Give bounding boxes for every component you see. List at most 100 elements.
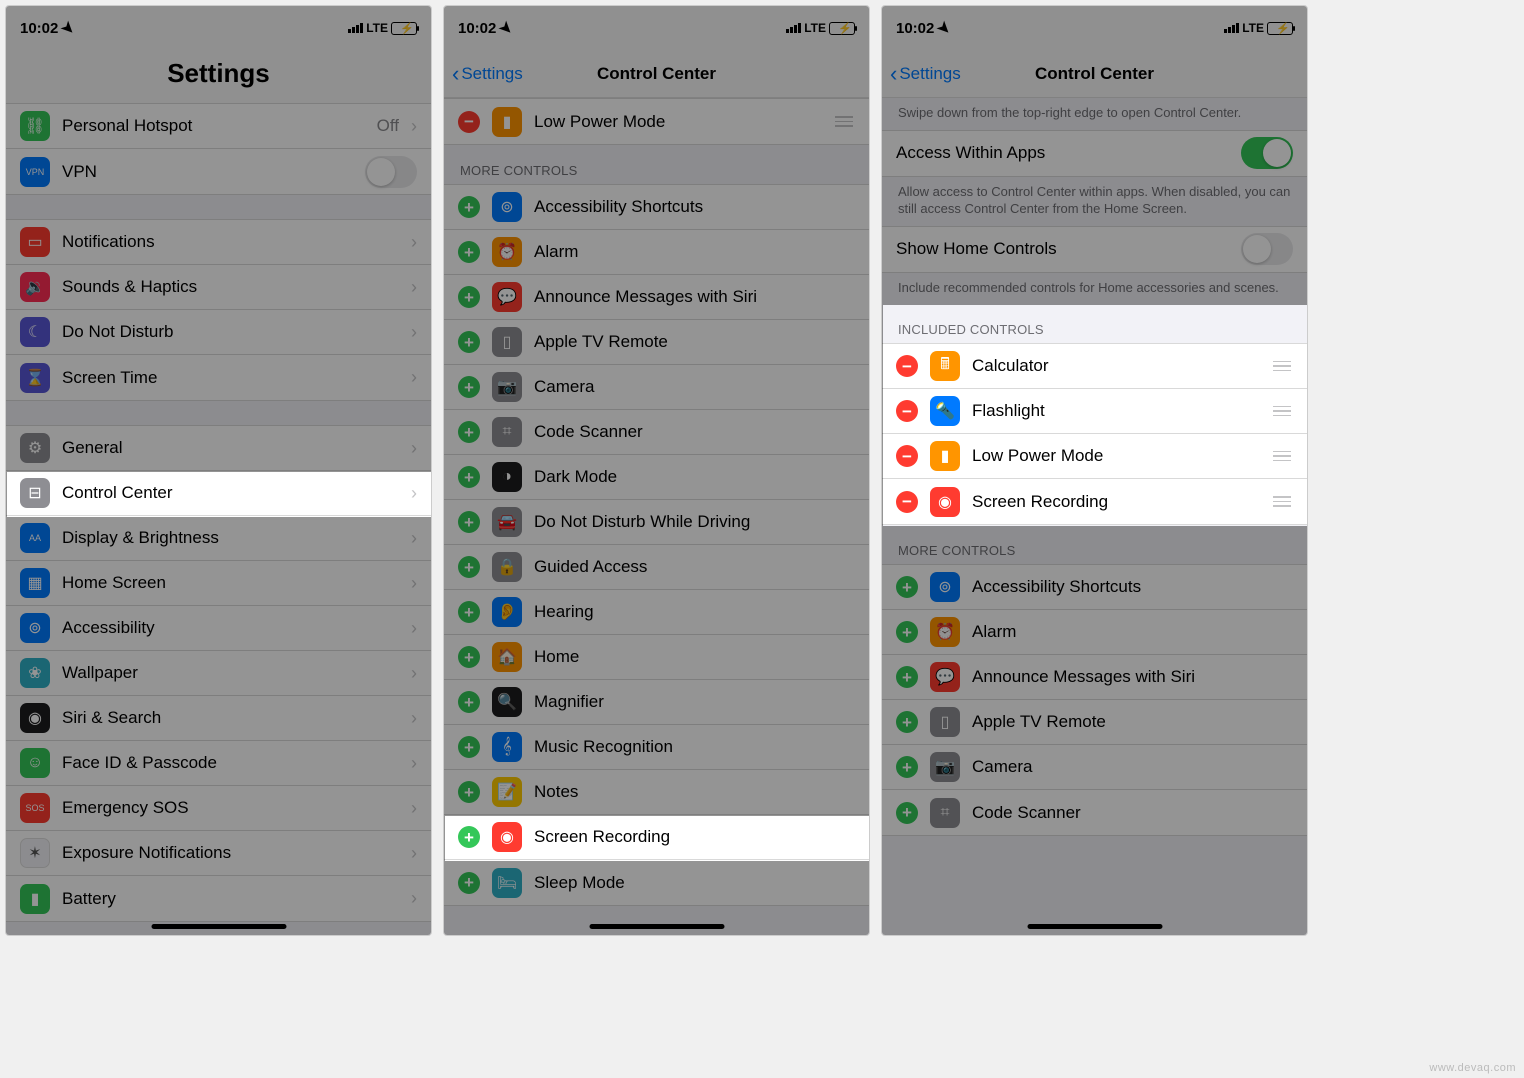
row-do-not-disturb-driving[interactable]: +🚘Do Not Disturb While Driving	[444, 500, 869, 545]
add-button[interactable]: +	[458, 872, 480, 894]
add-button[interactable]: +	[896, 621, 918, 643]
row-label: Announce Messages with Siri	[972, 667, 1293, 687]
toggle[interactable]	[365, 156, 417, 188]
drag-handle-icon[interactable]	[1271, 406, 1293, 417]
add-button[interactable]: +	[458, 646, 480, 668]
add-button[interactable]: +	[458, 736, 480, 758]
row-home[interactable]: +🏠Home	[444, 635, 869, 680]
add-button[interactable]: +	[896, 802, 918, 824]
add-button[interactable]: +	[458, 691, 480, 713]
drag-handle-icon[interactable]	[833, 116, 855, 127]
row-screen-recording[interactable]: −◉Screen Recording	[882, 479, 1307, 524]
row-announce-messages-siri[interactable]: +💬Announce Messages with Siri	[444, 275, 869, 320]
add-button[interactable]: +	[458, 286, 480, 308]
row-alarm[interactable]: +⏰Alarm	[444, 230, 869, 275]
row-label: Wallpaper	[62, 663, 399, 683]
row-exposure-notifications[interactable]: ✶Exposure Notifications›	[6, 831, 431, 876]
row-sounds-haptics[interactable]: 🔉Sounds & Haptics›	[6, 265, 431, 310]
drag-handle-icon[interactable]	[1271, 496, 1293, 507]
row-screen-time[interactable]: ⌛Screen Time›	[6, 355, 431, 400]
emergency-sos-icon: SOS	[20, 793, 50, 823]
row-music-recognition[interactable]: +𝄞Music Recognition	[444, 725, 869, 770]
row-show-home-controls[interactable]: Show Home Controls	[882, 227, 1307, 272]
row-code-scanner[interactable]: +⌗Code Scanner	[882, 790, 1307, 835]
drag-handle-icon[interactable]	[1271, 451, 1293, 462]
back-button[interactable]: ‹ Settings	[890, 50, 961, 97]
location-icon: ➤	[934, 17, 956, 39]
row-hearing[interactable]: +👂Hearing	[444, 590, 869, 635]
row-dark-mode[interactable]: + ◑ Dark Mode	[444, 455, 869, 500]
back-button[interactable]: ‹ Settings	[452, 50, 523, 97]
toggle[interactable]	[1241, 233, 1293, 265]
add-button[interactable]: +	[458, 241, 480, 263]
add-button[interactable]: +	[458, 421, 480, 443]
remove-button[interactable]: −	[896, 445, 918, 467]
add-button[interactable]: +	[458, 826, 480, 848]
remove-button[interactable]: −	[896, 400, 918, 422]
row-accessibility[interactable]: ⊚Accessibility›	[6, 606, 431, 651]
row-vpn[interactable]: VPNVPN	[6, 149, 431, 194]
row-notifications[interactable]: ▭Notifications›	[6, 220, 431, 265]
row-label: Display & Brightness	[62, 528, 399, 548]
remove-button[interactable]: −	[896, 355, 918, 377]
add-button[interactable]: +	[458, 511, 480, 533]
row-general[interactable]: ⚙General›	[6, 426, 431, 471]
row-personal-hotspot[interactable]: ⛓Personal HotspotOff›	[6, 104, 431, 149]
row-announce-messages-siri[interactable]: +💬Announce Messages with Siri	[882, 655, 1307, 700]
drag-handle-icon[interactable]	[1271, 361, 1293, 372]
row-label: Camera	[972, 757, 1293, 777]
add-button[interactable]: +	[458, 331, 480, 353]
toggle[interactable]	[1241, 137, 1293, 169]
row-apple-tv-remote[interactable]: +▯Apple TV Remote	[444, 320, 869, 365]
row-sleep-mode[interactable]: +🛏Sleep Mode	[444, 860, 869, 905]
row-label: Accessibility Shortcuts	[972, 577, 1293, 597]
row-accessibility-shortcuts[interactable]: +⊚Accessibility Shortcuts	[444, 185, 869, 230]
row-flashlight[interactable]: −🔦Flashlight	[882, 389, 1307, 434]
signal-icon	[786, 23, 801, 33]
add-button[interactable]: +	[896, 756, 918, 778]
dark-mode-icon: ◑	[492, 462, 522, 492]
row-display-brightness[interactable]: AADisplay & Brightness›	[6, 516, 431, 561]
add-button[interactable]: +	[896, 711, 918, 733]
row-wallpaper[interactable]: ❀Wallpaper›	[6, 651, 431, 696]
row-code-scanner[interactable]: +⌗Code Scanner	[444, 410, 869, 455]
row-accessibility-shortcuts[interactable]: +⊚Accessibility Shortcuts	[882, 565, 1307, 610]
add-button[interactable]: +	[458, 466, 480, 488]
row-screen-recording[interactable]: +◉Screen Recording	[444, 815, 869, 860]
home-indicator[interactable]	[151, 924, 286, 929]
row-do-not-disturb[interactable]: ☾Do Not Disturb›	[6, 310, 431, 355]
row-alarm[interactable]: +⏰Alarm	[882, 610, 1307, 655]
row-magnifier[interactable]: +🔍Magnifier	[444, 680, 869, 725]
row-home-screen[interactable]: ▦Home Screen›	[6, 561, 431, 606]
sounds-haptics-icon: 🔉	[20, 272, 50, 302]
row-battery[interactable]: ▮Battery›	[6, 876, 431, 921]
row-camera[interactable]: +📷Camera	[444, 365, 869, 410]
notes-icon: 📝	[492, 777, 522, 807]
row-label: Exposure Notifications	[62, 843, 399, 863]
remove-button[interactable]: −	[458, 111, 480, 133]
row-camera[interactable]: +📷Camera	[882, 745, 1307, 790]
add-button[interactable]: +	[458, 556, 480, 578]
row-emergency-sos[interactable]: SOSEmergency SOS›	[6, 786, 431, 831]
add-button[interactable]: +	[458, 196, 480, 218]
add-button[interactable]: +	[458, 376, 480, 398]
alarm-icon: ⏰	[930, 617, 960, 647]
add-button[interactable]: +	[458, 601, 480, 623]
add-button[interactable]: +	[896, 666, 918, 688]
row-face-id-passcode[interactable]: ☺Face ID & Passcode›	[6, 741, 431, 786]
add-button[interactable]: +	[458, 781, 480, 803]
row-access-within-apps[interactable]: Access Within Apps	[882, 131, 1307, 176]
home-indicator[interactable]	[589, 924, 724, 929]
row-label: Dark Mode	[534, 467, 855, 487]
home-indicator[interactable]	[1027, 924, 1162, 929]
remove-button[interactable]: −	[896, 491, 918, 513]
row-apple-tv-remote[interactable]: +▯Apple TV Remote	[882, 700, 1307, 745]
row-siri-search[interactable]: ◉Siri & Search›	[6, 696, 431, 741]
row-control-center[interactable]: ⊟Control Center›	[6, 471, 431, 516]
row-low-power-mode[interactable]: −▮Low Power Mode	[882, 434, 1307, 479]
row-notes[interactable]: +📝Notes	[444, 770, 869, 815]
add-button[interactable]: +	[896, 576, 918, 598]
row-guided-access[interactable]: +🔒Guided Access	[444, 545, 869, 590]
row-calculator[interactable]: −🖩Calculator	[882, 344, 1307, 389]
row-low-power-mode[interactable]: −▮Low Power Mode	[444, 99, 869, 144]
